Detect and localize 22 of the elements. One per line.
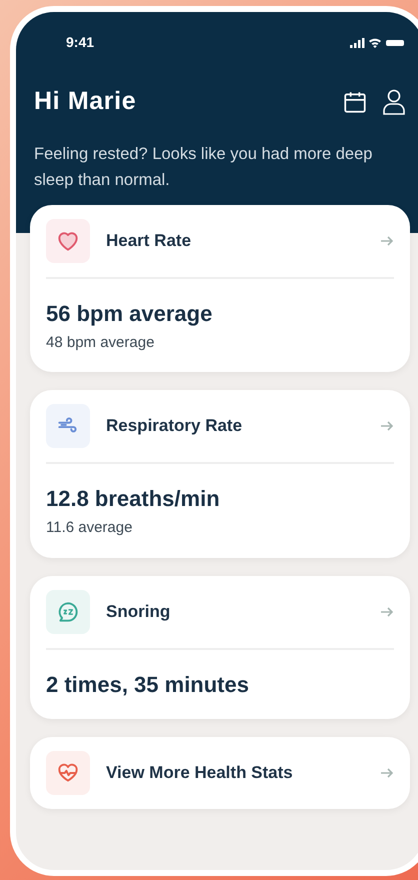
arrow-right-icon [380, 606, 394, 618]
stat-card[interactable]: View More Health Stats [30, 736, 410, 808]
greeting-title: Hi Marie [34, 86, 136, 117]
metric-value: 2 times, 35 minutes [46, 670, 250, 698]
metric-average: 11.6 average [46, 518, 134, 538]
arrow-right-icon [380, 420, 394, 432]
arrow-right-icon [380, 766, 394, 778]
arrow-right-icon [380, 234, 394, 246]
metric-average: 48 bpm average [46, 332, 156, 352]
metric-value: 12.8 breaths/min [46, 485, 221, 513]
status-icons [350, 36, 404, 48]
profile-icon[interactable] [382, 88, 406, 116]
stat-card[interactable]: Respiratory Rate 12.8 breaths/min 11.6 average [30, 390, 410, 558]
metric-value: 56 bpm average [46, 300, 214, 328]
card-title: Heart Rate [106, 230, 192, 252]
card-title: Snoring [106, 600, 172, 623]
stat-card[interactable]: Heart Rate 56 bpm average 48 bpm average [30, 204, 410, 372]
stat-card[interactable]: Snoring 2 times, 35 minutes [30, 576, 410, 718]
header-message: Feeling rested? Looks like you had more deep sleep than normal. [34, 144, 374, 190]
card-title: View More Health Stats [106, 762, 294, 784]
card-title: Respiratory Rate [106, 415, 244, 438]
status-time: 9:41 [66, 33, 94, 52]
